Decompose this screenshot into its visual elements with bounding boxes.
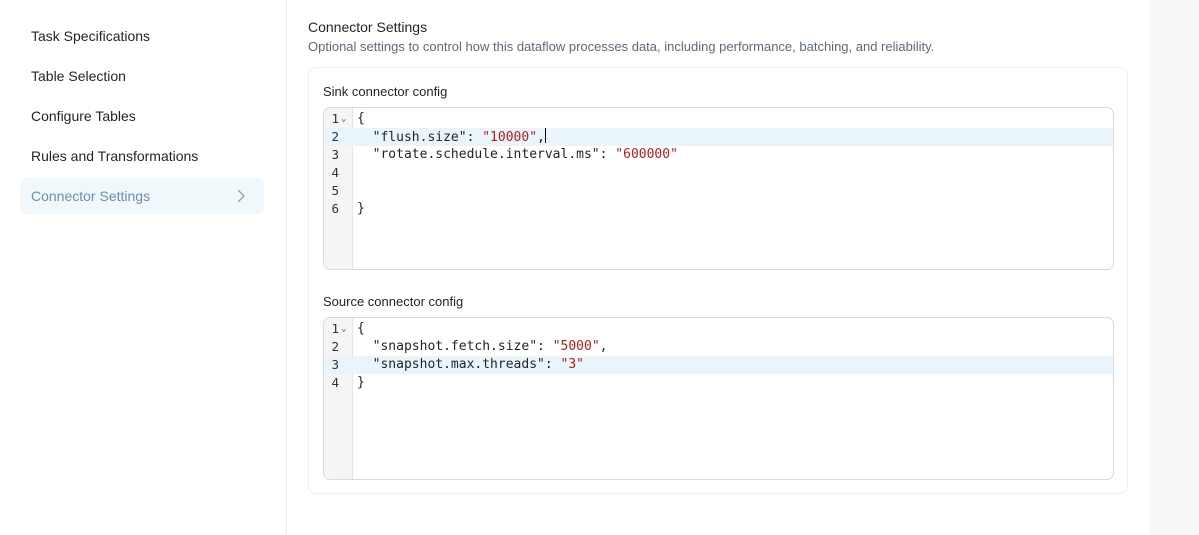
sidebar-item-label: Rules and Transformations <box>31 148 199 164</box>
code-line: 1 ⌄ { <box>324 110 1113 128</box>
code-text: { <box>357 111 365 126</box>
page-title: Connector Settings <box>308 19 428 35</box>
code-line: 3 "rotate.schedule.interval.ms": "600000… <box>324 146 1113 164</box>
code-line: 5 <box>324 182 1113 200</box>
sidebar-item-configure-tables[interactable]: Configure Tables <box>20 98 264 134</box>
json-key: "flush.size" <box>372 130 467 145</box>
code-text: { <box>357 321 365 336</box>
sidebar-item-label: Task Specifications <box>31 28 151 44</box>
right-panel-edge <box>1150 0 1199 535</box>
code-text: "flush.size": "10000", <box>372 128 546 145</box>
code-text: } <box>357 375 365 390</box>
line-number: 3 <box>331 357 339 372</box>
line-number: 4 <box>331 375 339 390</box>
line-number: 6 <box>331 201 339 216</box>
json-key: "snapshot.fetch.size" <box>372 339 538 354</box>
sidebar-item-task-specifications[interactable]: Task Specifications <box>20 18 264 54</box>
line-number: 5 <box>331 183 339 198</box>
line-number: 4 <box>331 165 339 180</box>
code-text: "snapshot.fetch.size": "5000", <box>372 339 608 354</box>
sidebar-item-connector-settings[interactable]: Connector Settings <box>20 178 264 214</box>
line-number: 1 <box>331 321 339 336</box>
json-punct: , <box>599 339 608 354</box>
source-config-editor[interactable]: 1 ⌄ { 2 "snapshot.fetch.size": "5000", 3… <box>323 317 1114 480</box>
sidebar-item-rules-and-transformations[interactable]: Rules and Transformations <box>20 138 264 174</box>
code-line: 4 <box>324 164 1113 182</box>
json-value: "5000" <box>552 339 600 354</box>
text-cursor <box>544 128 546 143</box>
code-line: 4 } <box>324 374 1113 392</box>
code-line: 1 ⌄ { <box>324 320 1113 338</box>
chevron-right-icon <box>237 189 245 203</box>
code-text: "rotate.schedule.interval.ms": "600000" <box>372 147 678 162</box>
line-number: 3 <box>331 147 339 162</box>
sidebar-item-label: Connector Settings <box>31 188 151 204</box>
chevron-down-icon[interactable]: ⌄ <box>341 320 346 338</box>
line-number: 2 <box>331 339 339 354</box>
chevron-down-icon[interactable]: ⌄ <box>341 110 346 128</box>
page-subtitle: Optional settings to control how this da… <box>308 39 935 54</box>
line-number: 1 <box>331 111 339 126</box>
sink-config-label: Sink connector config <box>323 84 448 99</box>
sidebar-item-table-selection[interactable]: Table Selection <box>20 58 264 94</box>
code-text: } <box>357 201 365 216</box>
connector-settings-card: Sink connector config 1 ⌄ { 2 "flush.siz… <box>308 67 1128 494</box>
sidebar-item-label: Configure Tables <box>31 108 136 124</box>
json-value: "10000" <box>482 130 538 145</box>
sink-config-editor[interactable]: 1 ⌄ { 2 "flush.size": "10000", 3 "rotate… <box>323 107 1114 270</box>
code-line: 2 "snapshot.fetch.size": "5000", <box>324 338 1113 356</box>
code-line: 6 } <box>324 200 1113 218</box>
json-punct: , <box>537 130 545 145</box>
line-number: 2 <box>331 129 339 144</box>
code-line-active: 3 "snapshot.max.threads": "3" <box>324 356 1113 374</box>
settings-sidebar: Task Specifications Table Selection Conf… <box>0 0 287 535</box>
json-value: "600000" <box>615 147 678 162</box>
source-config-label: Source connector config <box>323 294 464 309</box>
code-line-active: 2 "flush.size": "10000", <box>324 128 1113 146</box>
json-key: "rotate.schedule.interval.ms" <box>372 147 600 162</box>
json-key: "snapshot.max.threads" <box>372 357 545 372</box>
code-text: "snapshot.max.threads": "3" <box>372 357 584 372</box>
json-value: "3" <box>560 357 584 372</box>
main-content: Connector Settings Optional settings to … <box>287 0 1150 535</box>
sidebar-item-label: Table Selection <box>31 68 126 84</box>
